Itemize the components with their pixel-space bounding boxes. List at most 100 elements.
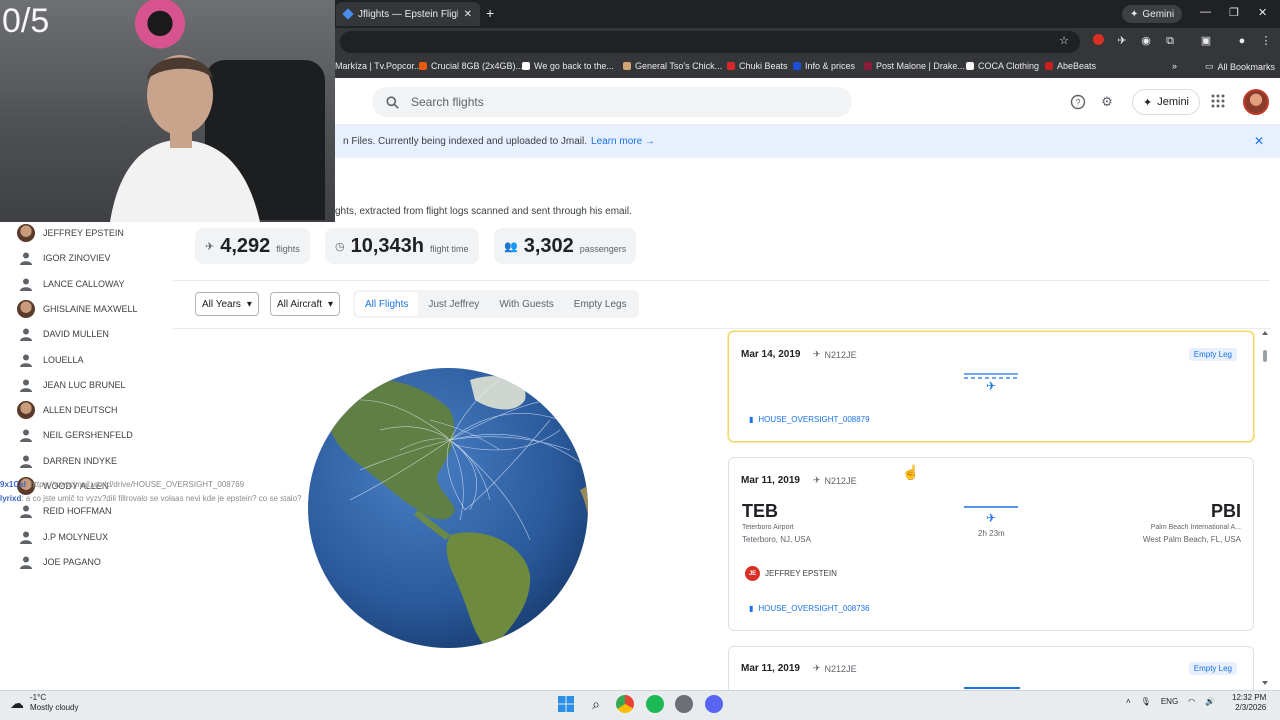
svg-text:✈: ✈ — [986, 511, 996, 525]
sidebar-person[interactable]: JEFFREY EPSTEIN — [17, 223, 124, 243]
browser-tab[interactable]: Jflights — Epstein Flight Records ✕ — [336, 2, 480, 26]
bookmark-item[interactable]: COCA Clothing — [966, 61, 1039, 71]
passenger-chip[interactable]: JE JEFFREY EPSTEIN — [745, 566, 837, 581]
taskbar-clock[interactable]: 12:32 PM 2/3/2026 — [1232, 693, 1266, 713]
stat-label: flight time — [430, 244, 469, 254]
close-window-icon[interactable]: ✕ — [1258, 6, 1267, 19]
sidebar-person[interactable]: NEIL GERSHENFELD — [17, 425, 133, 445]
passenger-initials-avatar: JE — [745, 566, 760, 581]
bookmark-item[interactable]: Chuki Beats — [727, 61, 788, 71]
year-select[interactable]: All Years ▾ — [195, 292, 259, 316]
more-bookmarks-icon[interactable]: » — [1172, 61, 1177, 71]
new-tab-button[interactable]: + — [486, 5, 494, 21]
stat-flight-time: ◷ 10,343h flight time — [325, 228, 479, 264]
aircraft-select-value: All Aircraft — [277, 298, 323, 310]
chevron-down-icon: ▾ — [328, 298, 334, 310]
year-select-value: All Years — [202, 298, 241, 310]
route-plane-icon: ✈ — [964, 373, 1018, 392]
sidebar-person[interactable]: J.P MOLYNEUX — [17, 527, 108, 547]
overlay-counter: 0/5 — [2, 2, 50, 40]
browser-menu-icon[interactable]: ⋮ — [1259, 34, 1273, 48]
sidebar-person[interactable]: ALLEN DEUTSCH — [17, 400, 118, 420]
plane-silhouette-icon: ✈ — [813, 475, 821, 485]
sidebar-person[interactable]: IGOR ZINOVIEV — [17, 248, 111, 268]
sidebar-person[interactable]: JOE PAGANO — [17, 552, 101, 572]
flight-duration: 2h 23m — [978, 529, 1005, 538]
tab-empty-legs[interactable]: Empty Legs — [564, 292, 637, 316]
clock-time: 12:32 PM — [1232, 693, 1267, 702]
scrollbar[interactable] — [1261, 330, 1269, 686]
weather-widget[interactable]: ☁ -1°C Mostly cloudy — [10, 693, 78, 713]
profile-icon[interactable]: ● — [1235, 34, 1249, 48]
flight-globe[interactable] — [300, 360, 596, 656]
windows-start-icon[interactable] — [557, 695, 575, 713]
bookmark-item[interactable]: Crucial 8GB (2x4GB)... — [419, 61, 523, 71]
discord-icon[interactable] — [705, 695, 723, 713]
bookmark-item[interactable]: AbeBeats — [1045, 61, 1096, 71]
bookmark-favicon-icon — [1045, 62, 1053, 70]
document-icon: ▮ — [749, 415, 754, 424]
volume-icon[interactable]: 🔊 — [1205, 697, 1215, 706]
user-avatar[interactable] — [1243, 89, 1269, 115]
flight-card[interactable]: Mar 14, 2019 ✈ N212JE Empty Leg ✈ ▮ HOUSE_… — [728, 331, 1254, 442]
document-link[interactable]: ▮ HOUSE_OVERSIGHT_008736 — [749, 604, 870, 613]
extension-red-icon[interactable] — [1091, 34, 1105, 48]
help-icon[interactable]: ? — [1070, 94, 1086, 110]
tab-with-guests[interactable]: With Guests — [489, 292, 563, 316]
clock-icon: ◷ — [335, 240, 345, 253]
sidebar-person[interactable]: DARREN INDYKE — [17, 451, 117, 471]
bookmark-item[interactable]: Info & prices — [793, 61, 855, 71]
bookmark-star-icon[interactable]: ☆ — [1057, 34, 1071, 48]
extension-grey-icon[interactable]: ✈ — [1115, 34, 1129, 48]
maximize-icon[interactable]: ❐ — [1229, 6, 1239, 19]
settings-gear-icon[interactable]: ⚙ — [1099, 94, 1115, 110]
omnibox[interactable] — [340, 31, 1080, 53]
sidebar-person[interactable]: GHISLAINE MAXWELL — [17, 299, 138, 319]
obs-icon[interactable] — [675, 695, 693, 713]
tab-all-flights[interactable]: All Flights — [355, 292, 419, 316]
chevron-up-icon[interactable]: ˄ — [1126, 697, 1131, 706]
all-bookmarks-button[interactable]: ▭ All Bookmarks — [1205, 61, 1275, 72]
gemini-button[interactable]: ✦ Gemini — [1122, 5, 1183, 23]
sidebar-person[interactable]: LANCE CALLOWAY — [17, 274, 125, 294]
aircraft-select[interactable]: All Aircraft ▾ — [270, 292, 341, 316]
jemini-button[interactable]: ✦ Jemini — [1132, 89, 1201, 115]
person-name: GHISLAINE MAXWELL — [43, 303, 138, 314]
person-icon — [17, 553, 35, 571]
sidebar-person[interactable]: JEAN LUC BRUNEL — [17, 375, 126, 395]
sidebar-person[interactable]: LOUELLA — [17, 350, 84, 370]
spotify-icon[interactable] — [646, 695, 664, 713]
stat-label: flights — [276, 244, 300, 254]
sidebar-person[interactable]: DAVID MULLEN — [17, 324, 109, 344]
extensions-puzzle-icon[interactable]: ⧉ — [1163, 34, 1177, 48]
wifi-icon[interactable]: ◠ — [1188, 697, 1195, 706]
svg-text:?: ? — [1075, 98, 1080, 108]
origin-airport: Teterboro Airport — [742, 524, 794, 531]
cloud-icon: ☁ — [10, 695, 24, 711]
microphone-icon[interactable]: 🎙 — [1141, 697, 1151, 706]
weather-temp: -1°C — [30, 693, 47, 702]
person-photo-avatar — [17, 299, 35, 318]
minimize-icon[interactable]: — — [1200, 6, 1211, 18]
extension-blue-icon[interactable]: ◉ — [1139, 34, 1153, 48]
chrome-icon[interactable] — [616, 695, 634, 713]
globe-svg[interactable] — [300, 360, 596, 656]
banner-close-icon[interactable]: ✕ — [1254, 134, 1264, 148]
flight-card[interactable]: Mar 11, 2019 ✈ N212JE TEB Teterboro Airpo… — [728, 457, 1254, 631]
split-view-icon[interactable]: ▣ — [1199, 34, 1213, 48]
learn-more-link[interactable]: Learn more → — [591, 136, 655, 147]
bookmark-item[interactable]: We go back to the... — [522, 61, 614, 71]
search-icon — [386, 95, 399, 109]
apps-grid-icon[interactable] — [1210, 94, 1226, 110]
tab-just-jeffrey[interactable]: Just Jeffrey — [418, 292, 489, 316]
bookmark-item[interactable]: Post Malone | Drake... — [864, 61, 965, 71]
document-link[interactable]: ▮ HOUSE_OVERSIGHT_008879 — [749, 415, 870, 424]
close-tab-icon[interactable]: ✕ — [464, 9, 472, 20]
bookmark-item[interactable]: General Tso's Chick... — [623, 61, 722, 71]
bookmark-item[interactable]: Markíza | Tv.Popcor... — [335, 61, 422, 71]
flight-card[interactable]: Mar 11, 2019 ✈ N212JE Empty Leg — [728, 646, 1254, 690]
search-taskbar-icon[interactable]: ⌕ — [587, 695, 605, 713]
search-input[interactable]: Search flights — [372, 87, 852, 117]
person-name: JEAN LUC BRUNEL — [43, 379, 126, 390]
language-indicator[interactable]: ENG — [1161, 697, 1178, 706]
